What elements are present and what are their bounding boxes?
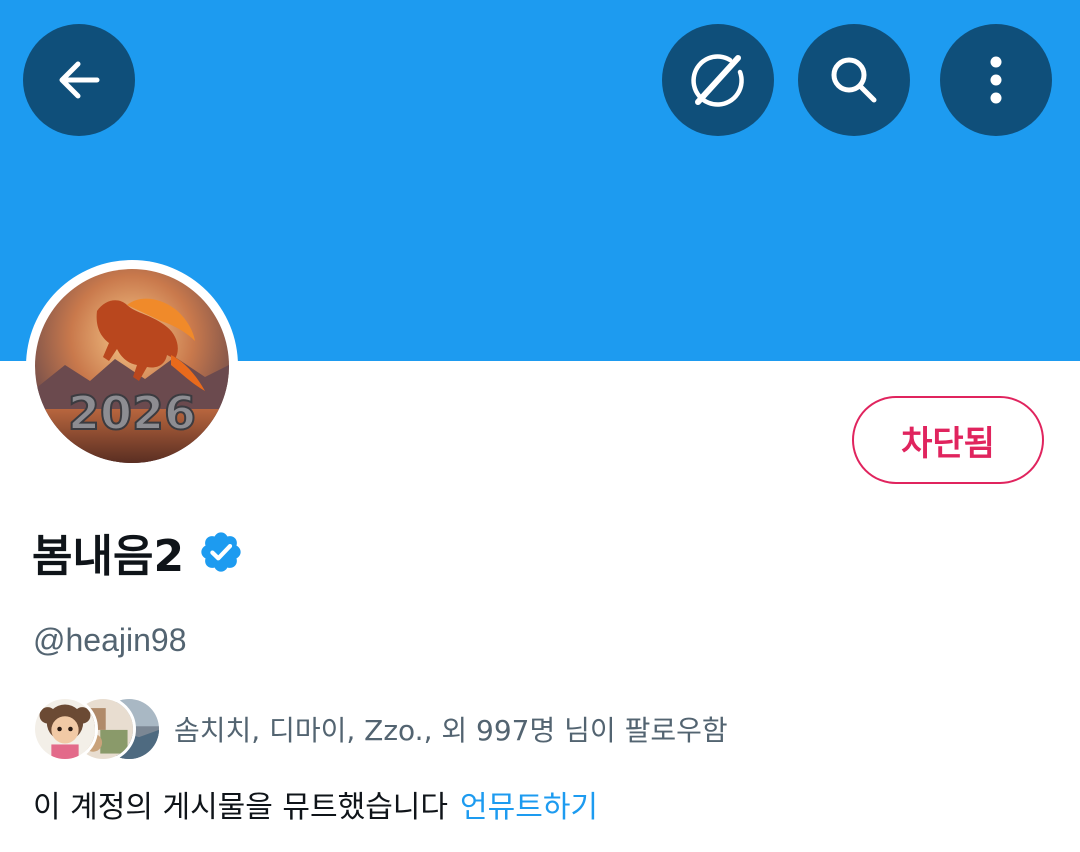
user-handle: @heajin98 bbox=[33, 622, 187, 658]
muted-notice: 이 계정의 게시물을 뮤트했습니다 언뮤트하기 bbox=[33, 782, 598, 826]
profile-avatar[interactable]: 2026 bbox=[26, 260, 238, 472]
follower-avatars bbox=[32, 694, 162, 764]
search-button[interactable] bbox=[798, 24, 910, 136]
blocked-button[interactable]: 차단됨 bbox=[852, 396, 1044, 484]
grok-button[interactable] bbox=[662, 24, 774, 136]
followers-you-know-text: 솜치치, 디마이, Zzo., 외 997명 님이 팔로우함 bbox=[174, 714, 728, 747]
name-row: 봄내음2 bbox=[32, 520, 244, 584]
back-button[interactable] bbox=[23, 24, 135, 136]
verified-badge-icon[interactable] bbox=[198, 529, 244, 575]
follower-avatar bbox=[32, 696, 98, 762]
more-options-button[interactable] bbox=[940, 24, 1052, 136]
more-vertical-icon bbox=[990, 56, 1002, 104]
muted-message: 이 계정의 게시물을 뮤트했습니다 bbox=[33, 790, 449, 825]
search-icon bbox=[831, 57, 877, 103]
unmute-link[interactable]: 언뮤트하기 bbox=[460, 782, 598, 826]
avatar-year-text: 2026 bbox=[68, 386, 196, 440]
arrow-left-icon bbox=[59, 61, 100, 99]
followers-you-know[interactable]: 솜치치, 디마이, Zzo., 외 997명 님이 팔로우함 bbox=[32, 694, 728, 764]
avatar-image: 2026 bbox=[35, 269, 229, 463]
grok-icon bbox=[691, 54, 744, 107]
display-name: 봄내음2 bbox=[32, 531, 185, 582]
